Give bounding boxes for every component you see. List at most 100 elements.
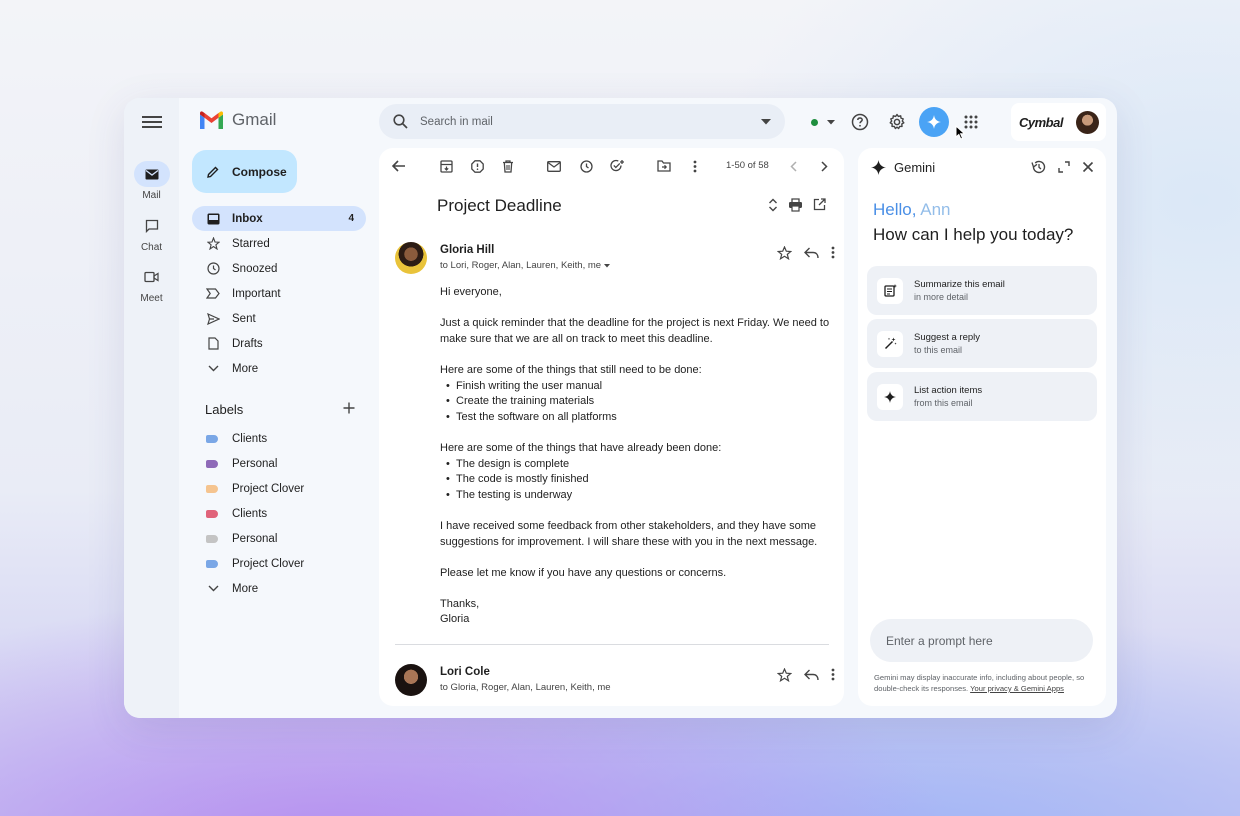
recipients[interactable]: to Lori, Roger, Alan, Lauren, Keith, me	[440, 260, 610, 271]
user-avatar	[1076, 110, 1099, 134]
left-rail: Mail Chat Meet	[124, 98, 179, 718]
delete-icon[interactable]	[497, 155, 519, 177]
nav-item-drafts[interactable]: Drafts	[192, 331, 366, 356]
gmail-m-icon	[200, 110, 223, 129]
subject-actions	[768, 198, 826, 217]
expand-icon[interactable]	[1058, 160, 1070, 179]
summarize-email-card[interactable]: Summarize this email in more detail	[867, 266, 1097, 315]
gemini-title: Gemini	[894, 160, 936, 175]
inbox-count: 4	[348, 213, 354, 224]
rail-meet[interactable]: Meet	[124, 264, 179, 304]
move-to-icon[interactable]	[653, 155, 675, 177]
reply-icon[interactable]	[804, 668, 819, 687]
compose-button[interactable]: Compose	[192, 150, 297, 193]
nav-label: More	[232, 362, 259, 375]
nav-label: Sent	[232, 312, 256, 325]
print-icon[interactable]	[788, 198, 803, 217]
help-icon	[851, 113, 868, 131]
account-switcher[interactable]: Cymbal	[1011, 103, 1106, 141]
rail-mail[interactable]: Mail	[124, 161, 179, 201]
chevron-right-icon[interactable]	[813, 155, 835, 177]
reply-icon[interactable]	[804, 246, 819, 265]
list-item: Test the software on all platforms	[440, 410, 835, 426]
star-icon[interactable]	[776, 667, 793, 687]
todo-list: Finish writing the user manual Create th…	[440, 379, 835, 426]
hello-text: Hello,	[873, 200, 917, 219]
done-list: The design is complete The code is mostl…	[440, 457, 835, 504]
privacy-link[interactable]: Your privacy & Gemini Apps	[970, 684, 1064, 693]
nav-item-inbox[interactable]: Inbox 4	[192, 206, 366, 231]
label-item[interactable]: Project Clover	[192, 551, 366, 576]
rail-chat[interactable]: Chat	[124, 213, 179, 253]
expand-all-icon[interactable]	[768, 198, 778, 217]
gemini-disclaimer: Gemini may display inaccurate info, incl…	[874, 672, 1096, 694]
list-item: The code is mostly finished	[440, 472, 835, 488]
card-title: Summarize this email	[914, 279, 1005, 290]
more-vert-icon[interactable]	[831, 246, 835, 265]
search-options-icon[interactable]	[761, 118, 771, 125]
main-menu-icon[interactable]	[142, 113, 162, 131]
email-toolbar: 1-50 of 58	[379, 148, 844, 184]
todo-intro: Here are some of the things that still n…	[440, 363, 702, 376]
back-arrow-icon[interactable]	[388, 155, 410, 177]
sender-avatar[interactable]	[395, 664, 427, 696]
label-item[interactable]: Clients	[192, 501, 366, 526]
help-button[interactable]	[841, 106, 878, 138]
star-icon[interactable]	[776, 245, 793, 265]
message-divider	[395, 644, 829, 645]
recipients[interactable]: to Gloria, Roger, Alan, Lauren, Keith, m…	[440, 682, 611, 693]
search-icon[interactable]	[393, 114, 408, 129]
status-button[interactable]	[804, 106, 841, 138]
label-item[interactable]: Personal	[192, 526, 366, 551]
label-name: Personal	[232, 532, 278, 545]
gemini-toggle	[918, 107, 949, 137]
inbox-icon	[206, 212, 220, 226]
add-label-icon[interactable]	[343, 402, 355, 417]
gmail-logo[interactable]: Gmail	[199, 110, 276, 130]
clock-icon	[206, 262, 220, 276]
sender-avatar[interactable]	[395, 242, 427, 274]
report-spam-icon[interactable]	[466, 155, 488, 177]
nav-item-sent[interactable]: Sent	[192, 306, 366, 331]
close-icon[interactable]	[1082, 160, 1094, 179]
draft-icon	[206, 337, 220, 351]
nav-list: Inbox 4 Starred Snoozed Important Sent D…	[192, 206, 366, 381]
suggest-reply-card[interactable]: Suggest a reply to this email	[867, 319, 1097, 368]
mail-icon	[133, 161, 170, 187]
settings-button[interactable]	[878, 106, 915, 138]
labels-more[interactable]: More	[192, 576, 366, 601]
prompt-input[interactable]	[886, 633, 1077, 648]
gemini-button[interactable]	[915, 106, 952, 138]
list-item: The testing is underway	[440, 488, 835, 504]
nav-item-starred[interactable]: Starred	[192, 231, 366, 256]
label-item[interactable]: Project Clover	[192, 476, 366, 501]
label-item[interactable]: Personal	[192, 451, 366, 476]
nav-item-important[interactable]: Important	[192, 281, 366, 306]
paragraph: Please let me know if you have any quest…	[440, 566, 727, 579]
nav-label: Snoozed	[232, 262, 278, 275]
email-panel: 1-50 of 58 Project Deadline Gloria Hill …	[379, 148, 844, 706]
status-dot-icon	[810, 118, 818, 126]
more-vert-icon[interactable]	[831, 668, 835, 687]
label-tag-icon	[206, 484, 218, 493]
history-icon[interactable]	[1031, 160, 1046, 179]
nav-item-snoozed[interactable]: Snoozed	[192, 256, 366, 281]
pagination-count: 1-50 of 58	[726, 160, 769, 171]
search-input[interactable]	[420, 115, 761, 128]
add-task-icon[interactable]	[606, 155, 628, 177]
snooze-icon[interactable]	[575, 155, 597, 177]
mark-unread-icon[interactable]	[543, 155, 565, 177]
label-tag-icon	[206, 559, 218, 568]
label-item[interactable]: Clients	[192, 426, 366, 451]
sender-name[interactable]: Lori Cole	[440, 666, 490, 678]
card-text: Suggest a reply to this email	[914, 332, 980, 355]
nav-label: Important	[232, 287, 281, 300]
signoff: Thanks,	[440, 597, 480, 610]
nav-item-more[interactable]: More	[192, 356, 366, 381]
more-vert-icon[interactable]	[684, 155, 706, 177]
sender-name[interactable]: Gloria Hill	[440, 244, 494, 256]
archive-icon[interactable]	[435, 155, 457, 177]
list-action-items-card[interactable]: List action items from this email	[867, 372, 1097, 421]
chevron-left-icon[interactable]	[782, 155, 804, 177]
open-new-window-icon[interactable]	[813, 198, 826, 217]
